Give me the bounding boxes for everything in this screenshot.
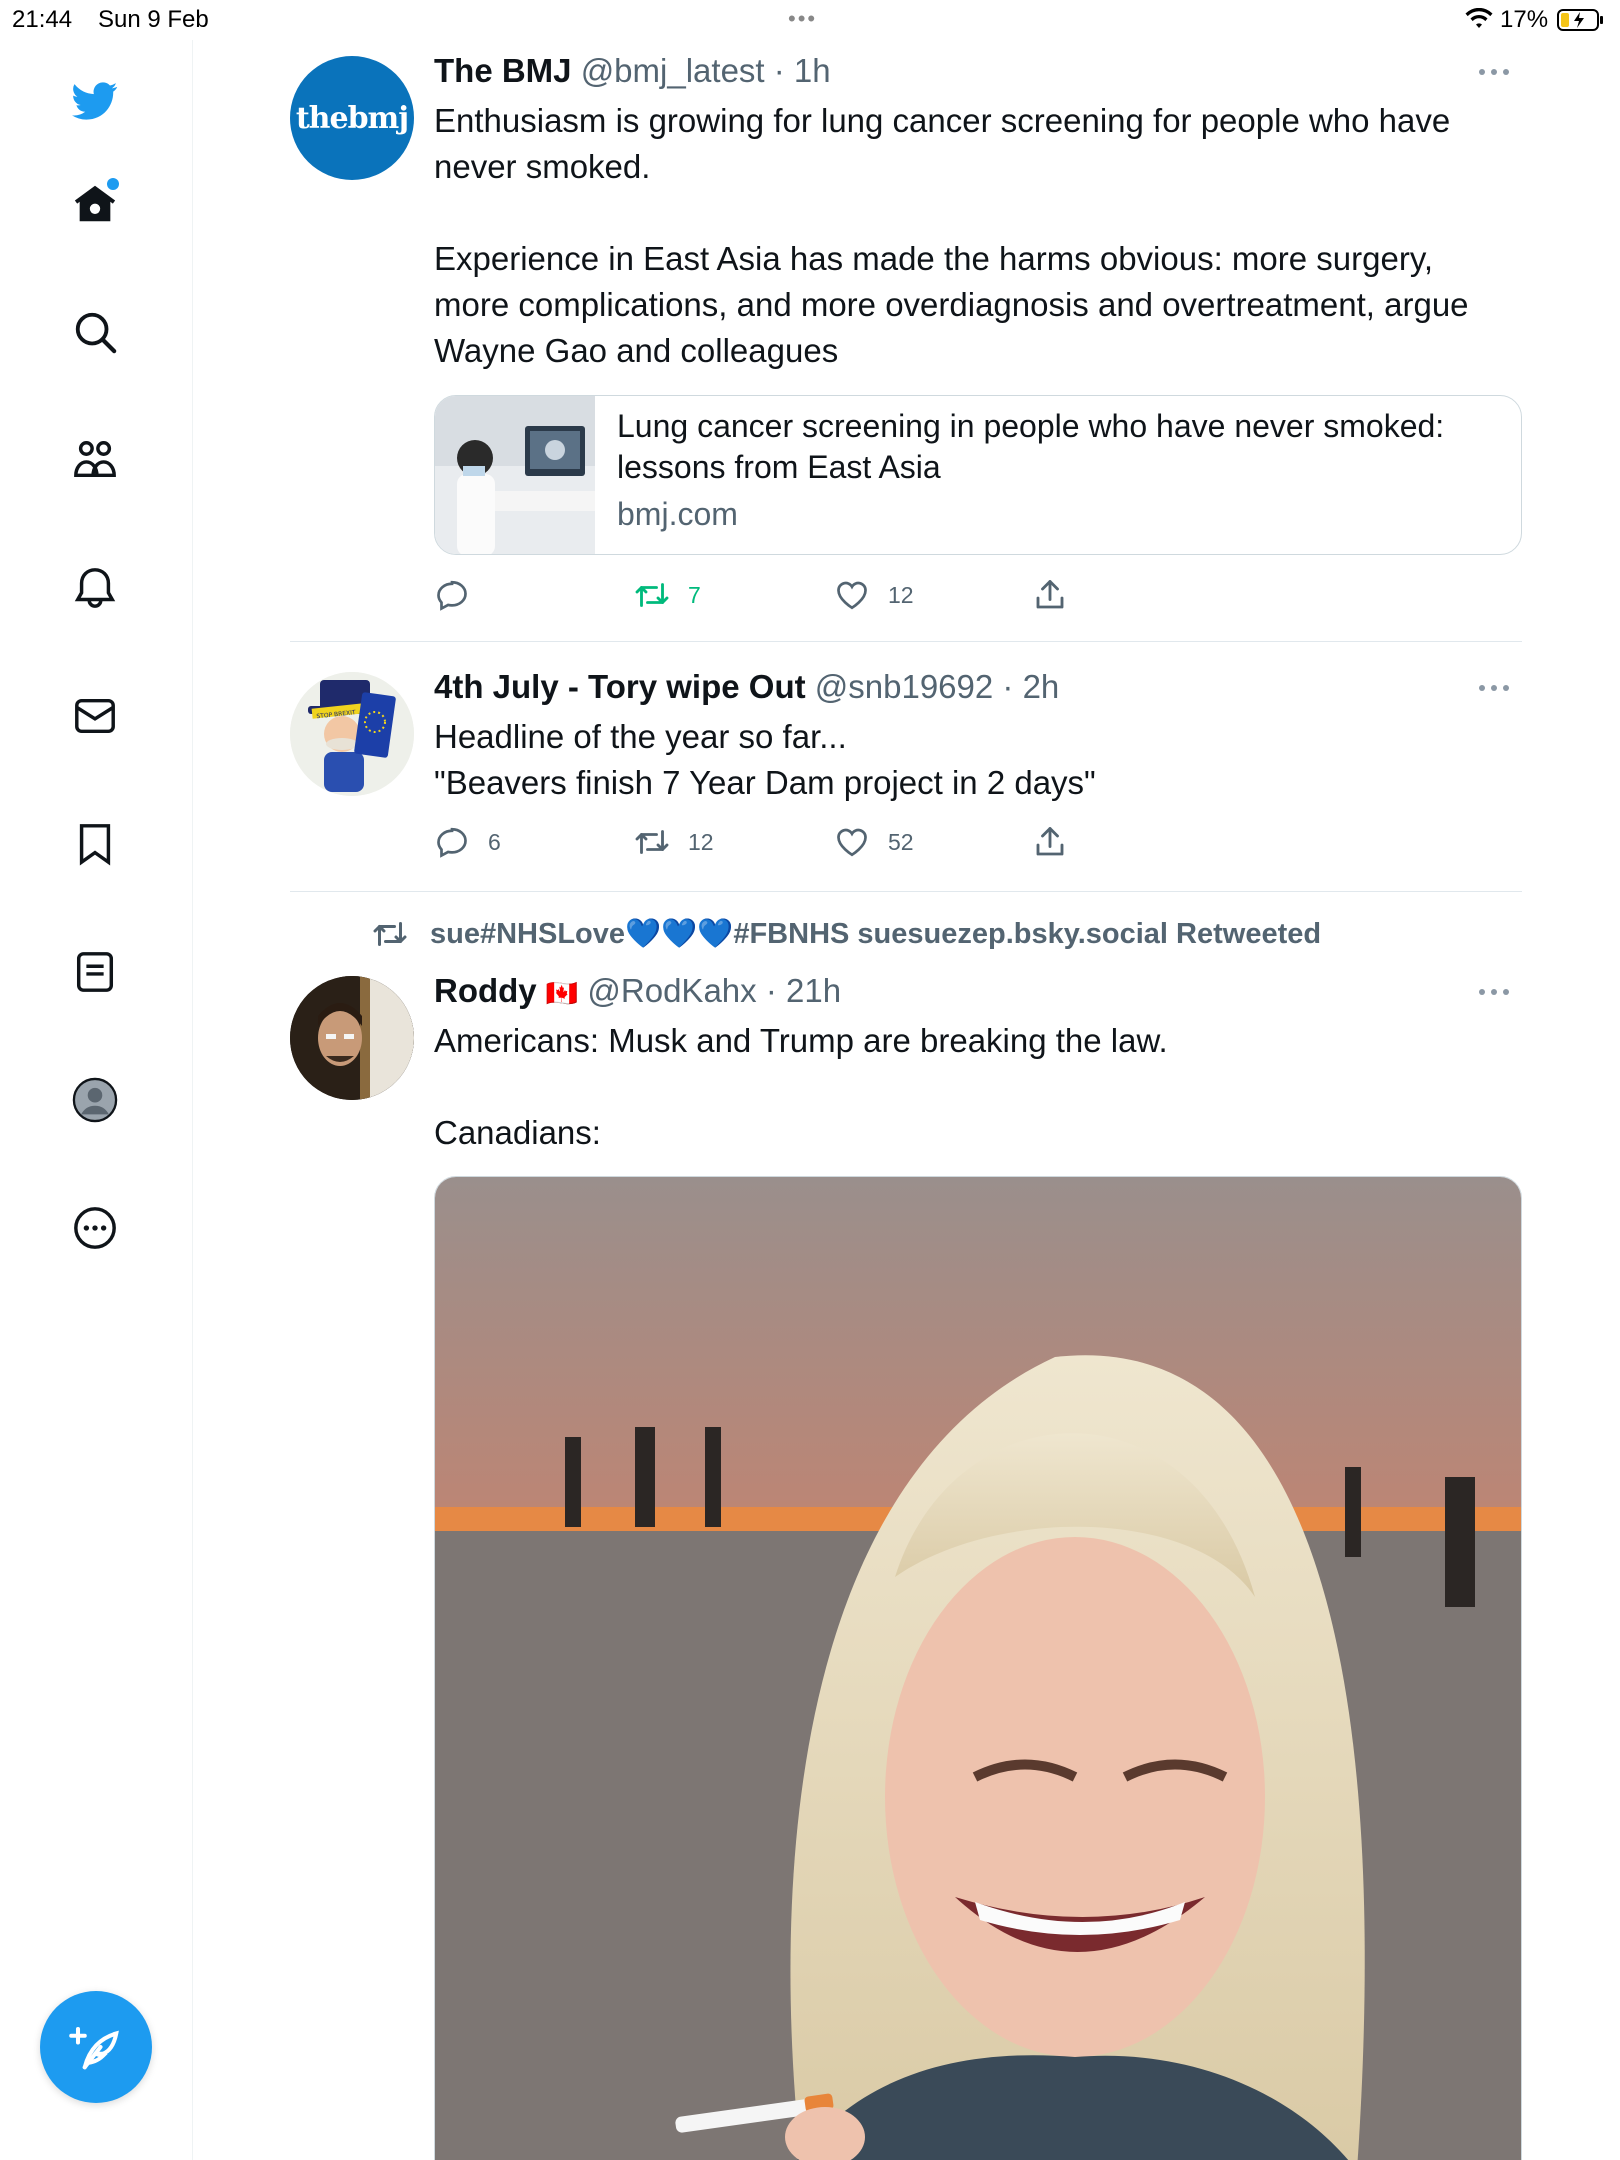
heart-icon xyxy=(837,828,867,857)
lists-nav-button[interactable] xyxy=(59,936,131,1008)
profile-icon xyxy=(72,1077,118,1123)
retweeted-by-line[interactable]: sue#NHSLove 💙💙💙 #FBNHS suesuezep.bsky.soci… xyxy=(372,916,1321,952)
more-nav-button[interactable] xyxy=(59,1192,131,1264)
share-button[interactable] xyxy=(1032,575,1086,615)
retweet-icon xyxy=(635,830,669,854)
like-button[interactable]: 12 xyxy=(834,575,914,615)
retweeted-by-suffix: #FBNHS suesuezep.bsky.social Retweeted xyxy=(733,917,1322,950)
tweet-actions: 7 12 xyxy=(434,575,1134,615)
card-title: Lung cancer screening in people who have… xyxy=(617,408,1445,485)
avatar[interactable] xyxy=(290,976,414,1100)
retweet-icon xyxy=(635,583,669,607)
blue-hearts: 💙💙💙 xyxy=(625,918,734,950)
home-nav-button[interactable] xyxy=(59,168,131,240)
battery-charging-icon xyxy=(1557,9,1603,31)
more-options-icon[interactable] xyxy=(1474,62,1514,82)
tweet-header: The BMJ @bmj_latest · 1h xyxy=(434,52,831,90)
more-options-icon[interactable] xyxy=(1474,678,1514,698)
heart-icon xyxy=(837,581,867,610)
reply-button[interactable]: 6 xyxy=(434,822,501,862)
retweet-button[interactable]: 7 xyxy=(634,575,701,615)
link-card[interactable]: Lung cancer screening in people who have… xyxy=(434,395,1522,555)
lists-icon xyxy=(76,952,114,992)
author-name[interactable]: 4th July - Tory wipe Out xyxy=(434,668,806,705)
wifi-icon xyxy=(1465,8,1493,28)
tweet-time[interactable]: · 1h xyxy=(765,52,831,89)
bookmarks-nav-button[interactable] xyxy=(59,808,131,880)
tweet-text: Americans: Musk and Trump are breaking t… xyxy=(434,1022,1168,1151)
search-nav-button[interactable] xyxy=(59,296,131,368)
canada-flag-icon: 🇨🇦 xyxy=(545,978,579,1008)
tweet-divider xyxy=(290,641,1522,642)
retweet-icon xyxy=(373,922,407,946)
author-handle[interactable]: @snb19692 xyxy=(815,668,993,705)
messages-icon xyxy=(75,698,115,734)
like-count: 52 xyxy=(888,828,914,855)
tweet-text: Headline of the year so far... "Beavers … xyxy=(434,718,1096,801)
avatar-cartoon-image: STOP BREXIT xyxy=(290,672,414,796)
tweet-header: Roddy 🇨🇦 @RodKahx · 21h xyxy=(434,972,841,1010)
profile-nav-button[interactable] xyxy=(59,1064,131,1136)
share-icon xyxy=(1036,580,1064,609)
tweet-actions: 6 12 52 xyxy=(434,822,1134,862)
author-handle[interactable]: @bmj_latest xyxy=(581,52,765,89)
retweet-count: 12 xyxy=(688,828,714,855)
compose-tweet-button[interactable] xyxy=(40,1991,152,2103)
twitter-logo-icon[interactable] xyxy=(59,65,131,137)
notifications-nav-button[interactable] xyxy=(59,552,131,624)
more-icon xyxy=(74,1207,116,1249)
author-name[interactable]: Roddy xyxy=(434,972,537,1009)
bookmarks-icon xyxy=(79,824,111,866)
tweet-text: Enthusiasm is growing for lung cancer sc… xyxy=(434,102,1469,369)
retweet-button[interactable]: 12 xyxy=(634,822,714,862)
tweet-header: 4th July - Tory wipe Out @snb19692 · 2h xyxy=(434,668,1059,706)
avatar-logo-text: thebmj xyxy=(295,100,409,136)
home-new-indicator xyxy=(107,178,119,190)
tweet-time[interactable]: · 21h xyxy=(757,972,841,1009)
share-icon xyxy=(1036,827,1064,856)
retweet-count: 7 xyxy=(688,581,701,608)
meme-photo xyxy=(435,1177,1521,2160)
multitasking-dots-icon[interactable]: ••• xyxy=(788,6,817,32)
avatar[interactable]: thebmj xyxy=(290,56,414,180)
reply-icon xyxy=(437,580,467,611)
compose-feather-icon xyxy=(69,2026,119,2070)
like-button[interactable]: 52 xyxy=(834,822,914,862)
retweeted-by-prefix: sue#NHSLove xyxy=(430,917,626,950)
tweet[interactable]: sue#NHSLove 💙💙💙 #FBNHS suesuezep.bsky.soci… xyxy=(290,916,1522,2160)
search-icon xyxy=(75,312,117,354)
communities-nav-button[interactable] xyxy=(59,424,131,496)
status-time: 21:44 xyxy=(12,6,73,33)
avatar-photo xyxy=(290,976,414,1100)
tweet[interactable]: STOP BREXIT 4th July - Tory wipe Out @sn… xyxy=(290,668,1522,872)
messages-nav-button[interactable] xyxy=(59,680,131,752)
tweet-media-image[interactable] xyxy=(434,1176,1522,2160)
sidebar xyxy=(0,40,193,2160)
notifications-icon xyxy=(74,568,116,608)
status-date: Sun 9 Feb xyxy=(98,6,209,33)
more-options-icon[interactable] xyxy=(1474,982,1514,1002)
reply-count: 6 xyxy=(488,828,501,855)
tweet-divider xyxy=(290,891,1522,892)
like-count: 12 xyxy=(888,581,914,608)
reply-button[interactable] xyxy=(434,575,488,615)
battery-percent: 17% xyxy=(1500,6,1549,33)
card-thumbnail xyxy=(435,396,595,554)
avatar[interactable]: STOP BREXIT xyxy=(290,672,414,796)
status-bar: 21:44 Sun 9 Feb ••• 17% xyxy=(0,0,1620,40)
author-name[interactable]: The BMJ xyxy=(434,52,572,89)
tweet-time[interactable]: · 2h xyxy=(993,668,1059,705)
author-handle[interactable]: @RodKahx xyxy=(587,972,756,1009)
communities-icon xyxy=(74,441,116,478)
reply-icon xyxy=(437,827,467,858)
share-button[interactable] xyxy=(1032,822,1086,862)
tweet[interactable]: thebmj The BMJ @bmj_latest · 1h Enthusia… xyxy=(290,52,1522,616)
card-domain: bmj.com xyxy=(617,496,738,532)
